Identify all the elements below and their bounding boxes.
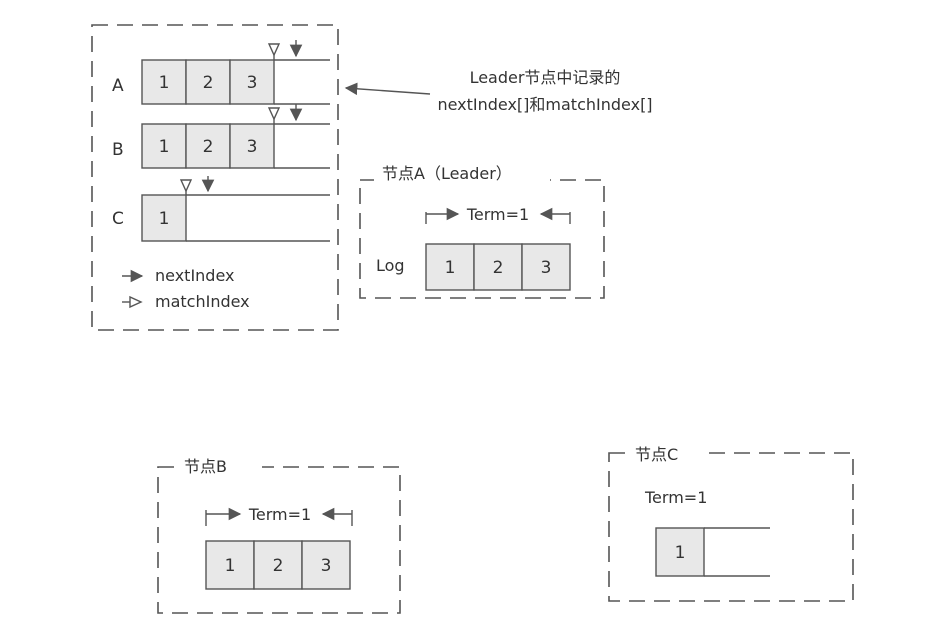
node-b-term-label: Term=1 <box>248 505 311 524</box>
node-a-term-label: Term=1 <box>466 205 529 224</box>
legend: nextIndex matchIndex <box>122 266 250 311</box>
node-c-title: 节点C <box>635 445 678 464</box>
index-table: A 1 2 3 B 1 2 3 C 1 nextIndex matchIndex <box>91 24 339 331</box>
node-b-entry-2-text: 2 <box>273 556 284 576</box>
row-label-c: C <box>112 209 124 229</box>
row-a-match-index-marker <box>267 43 281 57</box>
row-c-match-index-marker <box>179 179 193 193</box>
annotation-pointer-arrow <box>344 82 431 96</box>
row-a-entry-2-text: 2 <box>203 73 214 93</box>
row-b: B 1 2 3 <box>112 104 330 169</box>
node-c-entry-1-text: 1 <box>675 543 686 563</box>
node-b-title: 节点B <box>184 457 227 476</box>
row-b-match-index-marker <box>267 107 281 121</box>
annotation-line-1: Leader节点中记录的 <box>470 68 621 87</box>
legend-match-index: matchIndex <box>155 292 250 311</box>
row-a-entry-3-text: 3 <box>247 73 258 93</box>
annotation: Leader节点中记录的 nextIndex[]和matchIndex[] <box>344 68 653 114</box>
node-c-border <box>608 452 854 602</box>
node-b-border <box>157 466 401 614</box>
node-b-entry-3-text: 3 <box>321 556 332 576</box>
row-label-b: B <box>112 140 124 160</box>
node-c: 节点C Term=1 1 <box>608 438 854 602</box>
match-index-legend-icon <box>129 295 143 309</box>
diagram-canvas: A 1 2 3 B 1 2 3 C 1 nextIndex matchIndex… <box>91 24 854 614</box>
node-a-entry-2-text: 2 <box>493 258 504 278</box>
legend-next-index: nextIndex <box>155 266 235 285</box>
row-a-entry-1-text: 1 <box>159 73 170 93</box>
row-b-entry-2-text: 2 <box>203 137 214 157</box>
node-a-title: 节点A（Leader） <box>382 164 512 183</box>
node-a-entry-3-text: 3 <box>541 258 552 278</box>
row-b-entry-1-text: 1 <box>159 137 170 157</box>
node-c-term-label: Term=1 <box>644 488 707 507</box>
row-b-entry-3-text: 3 <box>247 137 258 157</box>
node-a-log-label: Log <box>376 256 405 275</box>
node-b: 节点B Term=1 1 2 3 <box>157 452 401 614</box>
row-c-entry-1-text: 1 <box>159 209 170 229</box>
annotation-line-2: nextIndex[]和matchIndex[] <box>437 95 652 114</box>
raft-log-diagram: A 1 2 3 B 1 2 3 C 1 nextIndex matchIndex… <box>0 0 940 638</box>
row-a: A 1 2 3 <box>112 40 330 105</box>
node-b-entry-1-text: 1 <box>225 556 236 576</box>
node-a-entry-1-text: 1 <box>445 258 456 278</box>
row-label-a: A <box>112 76 124 96</box>
node-a: 节点A（Leader） Term=1 Log 1 2 3 <box>359 160 605 299</box>
row-c: C 1 <box>112 176 330 242</box>
